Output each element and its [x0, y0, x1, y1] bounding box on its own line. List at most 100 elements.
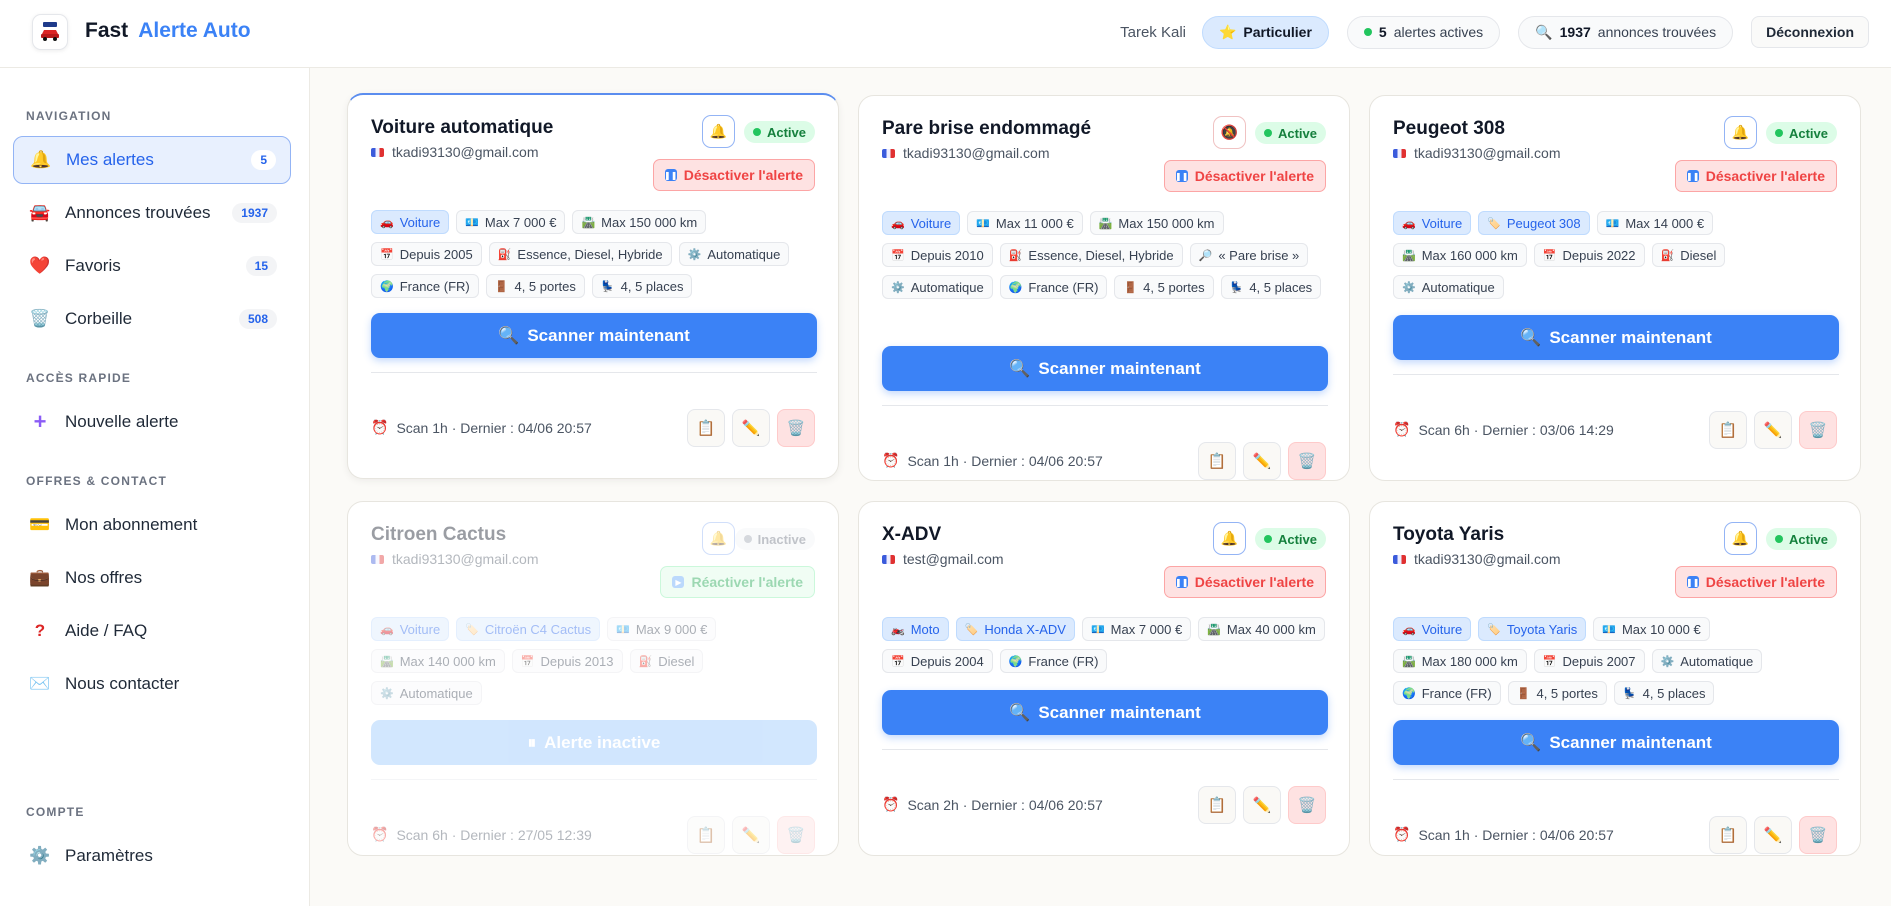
ads-found-pill[interactable]: 🔍 1937 annonces trouvées	[1518, 15, 1734, 49]
tag-label: Automatique	[399, 685, 473, 701]
tag-icon: 🌍	[1008, 281, 1023, 294]
filter-tag: 📅 Depuis 2007	[1533, 649, 1645, 673]
scan-now-button[interactable]: 🔍 Scanner maintenant	[1393, 315, 1839, 360]
sidebar-item-corbeille[interactable]: 🗑️ Corbeille 508	[13, 295, 291, 343]
deactivate-alert-button[interactable]: ❚❚ Désactiver l'alerte	[1163, 160, 1326, 192]
alert-card: Voiture automatique tkadi93130@gmail.com…	[347, 93, 839, 479]
alert-email-row: tkadi93130@gmail.com	[371, 551, 539, 567]
tag-label: Toyota Yaris	[1506, 621, 1578, 637]
plan-pill[interactable]: ⭐ Particulier	[1201, 15, 1329, 49]
logout-button[interactable]: Déconnexion	[1751, 16, 1869, 48]
delete-button[interactable]: 🗑️	[1799, 411, 1837, 449]
sidebar-item-offres[interactable]: 💼 Nos offres	[13, 554, 291, 602]
filter-tag: ⚙️ Automatique	[678, 242, 790, 266]
clipboard-icon: 📋	[1718, 827, 1738, 844]
toggle-label: Désactiver l'alerte	[1705, 574, 1825, 590]
count-badge: 15	[245, 256, 277, 276]
scan-info-text: Scan 6h · Dernier : 03/06 14:29	[1418, 421, 1614, 438]
edit-button[interactable]: ✏️	[732, 409, 770, 447]
sidebar-item-nouvelle-alerte[interactable]: + Nouvelle alerte	[13, 398, 291, 446]
delete-button[interactable]: 🗑️	[777, 409, 815, 447]
sidebar-item-contact[interactable]: ✉️ Nous contacter	[13, 660, 291, 708]
pencil-icon: ✏️	[1763, 827, 1783, 844]
sidebar-item-label: Aide / FAQ	[65, 621, 148, 640]
count-badge: 508	[238, 309, 277, 329]
toggle-label: Désactiver l'alerte	[1194, 574, 1314, 590]
bell-icon[interactable]: 🔔	[702, 115, 735, 148]
pause-icon: ❚❚	[1175, 576, 1189, 588]
scan-now-button[interactable]: 🔍 Scanner maintenant	[1393, 720, 1839, 765]
deactivate-alert-button[interactable]: ❚❚ Désactiver l'alerte	[1163, 566, 1326, 598]
tag-label: Diesel	[658, 653, 695, 669]
sidebar-item-favoris[interactable]: ❤️ Favoris 15	[13, 242, 291, 290]
account-section-title: COMPTE	[26, 805, 85, 819]
trash-icon: 🗑️	[786, 827, 806, 844]
copy-button[interactable]: 📋	[1198, 442, 1236, 480]
model-tag: 🏷️ Honda X-ADV	[955, 617, 1075, 641]
tag-label: Voiture	[399, 621, 441, 637]
filter-tag: ⚙️ Automatique	[371, 681, 482, 705]
tag-label: Automatique	[910, 279, 984, 295]
pencil-icon: ✏️	[1252, 453, 1272, 470]
tag-icon: ⚙️	[1660, 655, 1675, 668]
reactivate-alert-button[interactable]: ▶ Réactiver l'alerte	[660, 566, 815, 598]
clipboard-icon: 📋	[696, 420, 716, 437]
vehicle-type-tag: 🚗 Voiture	[882, 211, 961, 235]
tag-icon: 📅	[380, 248, 394, 261]
tag-icon: 🚪	[1516, 687, 1531, 700]
delete-button[interactable]: 🗑️	[1288, 786, 1326, 824]
tag-icon: 🚗	[891, 217, 905, 230]
plan-label: Particulier	[1243, 24, 1312, 40]
sidebar-item-label: Paramètres	[65, 846, 153, 865]
bell-icon[interactable]: 🔔	[1724, 116, 1757, 149]
filter-tag: 🌍 France (FR)	[371, 274, 479, 298]
sidebar-item-parametres[interactable]: ⚙️ Paramètres	[13, 832, 291, 880]
bell-icon[interactable]: 🔔	[1724, 522, 1757, 555]
gear-icon: ⚙️	[29, 846, 51, 865]
tag-label: Depuis 2004	[910, 653, 984, 669]
email-icon	[371, 554, 384, 564]
ads-label: annonces trouvées	[1597, 24, 1717, 40]
sidebar-item-abonnement[interactable]: 💳 Mon abonnement	[13, 501, 291, 549]
delete-button[interactable]: 🗑️	[777, 816, 815, 854]
deactivate-alert-button[interactable]: ❚❚ Désactiver l'alerte	[652, 159, 815, 191]
copy-button[interactable]: 📋	[687, 409, 725, 447]
search-icon: 🔍	[1520, 327, 1542, 347]
edit-button[interactable]: ✏️	[1754, 816, 1792, 854]
tag-icon: 🚗	[1402, 623, 1416, 636]
alert-card: X-ADV test@gmail.com 🔔 Active ❚❚ Désacti…	[858, 501, 1350, 856]
edit-button[interactable]: ✏️	[1243, 442, 1281, 480]
tag-icon: 🛣️	[1402, 655, 1416, 668]
deactivate-alert-button[interactable]: ❚❚ Désactiver l'alerte	[1674, 160, 1837, 192]
bell-muted-icon[interactable]: 🔕	[1213, 116, 1246, 149]
tag-icon: 💶	[465, 216, 479, 229]
app-title: Fast Alerte Auto	[85, 19, 251, 43]
copy-button[interactable]: 📋	[1709, 411, 1747, 449]
sidebar-item-annonces[interactable]: 🚘 Annonces trouvées 1937	[13, 189, 291, 237]
tag-label: 4, 5 places	[1642, 685, 1706, 701]
sidebar-item-faq[interactable]: ? Aide / FAQ	[13, 607, 291, 655]
filter-tag: 📅 Depuis 2005	[371, 242, 482, 266]
active-alerts-pill[interactable]: 5 alertes actives	[1346, 15, 1501, 49]
scan-now-button[interactable]: 🔍 Scanner maintenant	[882, 346, 1328, 391]
copy-button[interactable]: 📋	[687, 816, 725, 854]
tag-icon: ⚙️	[687, 248, 702, 261]
edit-button[interactable]: ✏️	[1754, 411, 1792, 449]
deactivate-alert-button[interactable]: ❚❚ Désactiver l'alerte	[1674, 566, 1837, 598]
copy-button[interactable]: 📋	[1198, 786, 1236, 824]
copy-button[interactable]: 📋	[1709, 816, 1747, 854]
edit-button[interactable]: ✏️	[1243, 786, 1281, 824]
sidebar-item-mes-alertes[interactable]: 🔔 Mes alertes 5	[13, 136, 291, 184]
tag-label: Max 7 000 €	[1110, 621, 1183, 637]
scan-now-button[interactable]: 🔍 Scanner maintenant	[882, 690, 1328, 735]
scan-now-button[interactable]: 🔍 Scanner maintenant	[371, 313, 817, 358]
status-label: Inactive	[757, 531, 806, 547]
app-logo[interactable]	[32, 14, 68, 50]
alert-inactive-button[interactable]: ⏸ Alerte inactive	[371, 720, 817, 765]
bell-icon[interactable]: 🔔	[1213, 522, 1246, 555]
delete-button[interactable]: 🗑️	[1288, 442, 1326, 480]
bell-icon[interactable]: 🔔	[702, 522, 735, 555]
edit-button[interactable]: ✏️	[732, 816, 770, 854]
filter-tags: 🏍️ Moto 🏷️ Honda X-ADV 💶 Max 7 000 € 🛣️ Max 40 …	[882, 617, 1332, 673]
delete-button[interactable]: 🗑️	[1799, 816, 1837, 854]
